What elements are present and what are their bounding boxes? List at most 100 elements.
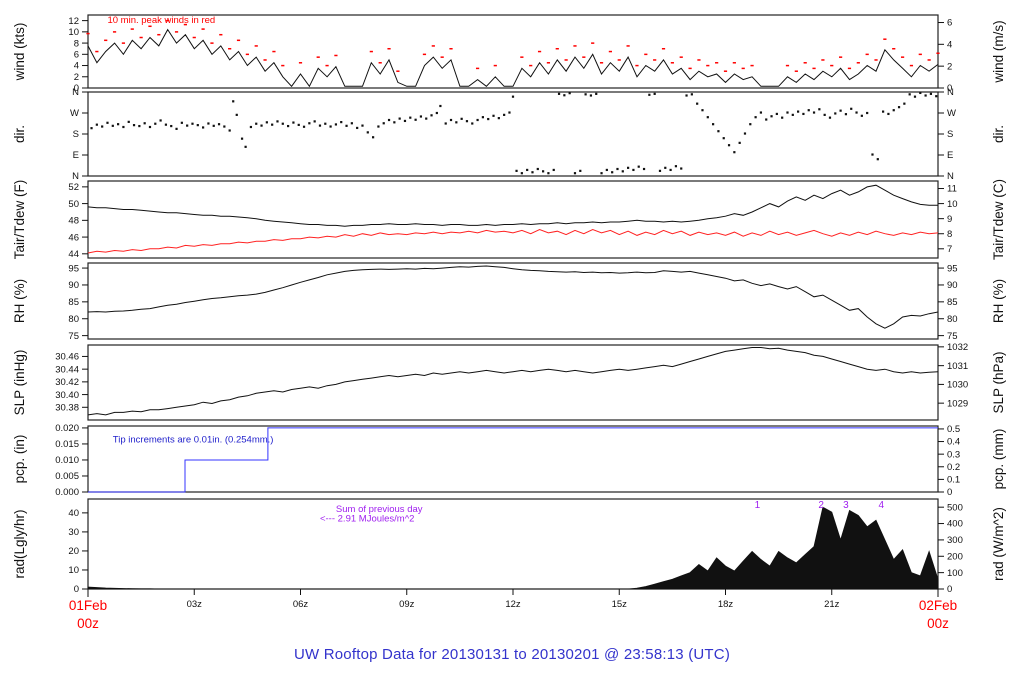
dir-points-dot	[892, 109, 895, 112]
panel-slp: 30.3830.40 30.42 30.4430.46 1029 1030 1031 103…	[12, 342, 1006, 421]
dir-points-dot	[425, 117, 428, 120]
dir-points-dot	[207, 122, 210, 125]
dir-points-dot	[765, 118, 768, 121]
wind-peak-dash	[431, 45, 435, 47]
dir-points-dot	[287, 124, 290, 128]
right-tick-label-wind: 6	[947, 18, 952, 29]
left-tick-label-temp: 44	[68, 249, 79, 260]
right-tick-label-dir: N	[947, 171, 954, 182]
dir-points-dot	[611, 171, 614, 174]
annotation-rad: 3	[843, 500, 849, 511]
wind-peak-dash	[201, 28, 205, 30]
dir-points-dot	[492, 114, 495, 117]
wind-peak-dash	[883, 38, 887, 40]
wind-peak-dash	[422, 53, 427, 56]
left-tick-label-slp: 30.38	[55, 402, 79, 413]
dir-points-dot	[276, 120, 279, 123]
wind-peak-dash	[874, 59, 878, 61]
right-tick-label-temp: 7	[947, 244, 952, 255]
left-tick-label-wind: 2	[74, 72, 79, 83]
left-tick-label-rh: 95	[68, 263, 79, 274]
wind-peak-dash	[475, 67, 480, 70]
left-axis-label-rad: rad(Lgly/hr)	[12, 509, 27, 578]
x-axis: 03z 06z 09z 12z 15z 18z 21z 01Feb 00z 02Feb 00z	[69, 589, 957, 631]
wind-peak-dash	[865, 53, 869, 56]
dir-points-dot	[455, 121, 458, 124]
x-endpoint-hour: 00z	[77, 616, 99, 631]
dir-points-dot	[175, 127, 178, 130]
dir-points-dot	[653, 92, 656, 95]
dir-points-dot	[680, 167, 683, 170]
dir-points-dot	[382, 122, 385, 125]
dir-points-dot	[481, 116, 484, 119]
wind-peak-dash	[493, 64, 497, 67]
dir-points-dot	[240, 137, 244, 140]
left-tick-label-temp: 48	[68, 216, 79, 227]
panel-border-rh	[87, 262, 939, 340]
right-tick-label-rad: 400	[947, 519, 963, 530]
right-tick-label-temp: 8	[947, 229, 952, 240]
x-endpoint-date: 02Feb	[919, 598, 957, 613]
left-tick-label-dir: S	[73, 129, 79, 140]
dir-points-dot	[563, 94, 566, 97]
dir-points-dot	[503, 113, 506, 116]
dir-points-dot	[430, 114, 433, 117]
dir-points-dot	[882, 110, 885, 113]
right-tick-label-slp: 1029	[947, 398, 968, 409]
wind-peak-dash	[263, 59, 267, 61]
dir-points-dot	[568, 92, 571, 95]
left-axis-label-pcp: pcp. (in)	[12, 435, 27, 484]
dir-points-dot	[648, 93, 651, 96]
left-tick-label-wind: 6	[74, 50, 79, 61]
dir-points-dot	[573, 172, 577, 175]
dir-points-dot	[706, 116, 709, 119]
dir-points-dot	[345, 124, 348, 127]
dir-points-dot	[403, 119, 407, 123]
wind-peak-dash	[281, 64, 285, 67]
wind-peak-dash	[670, 62, 674, 64]
dir-points-dot	[627, 166, 630, 169]
right-tick-label-dir: W	[947, 108, 956, 119]
wind-peak-dash	[856, 62, 860, 64]
wind-peak-dash	[86, 32, 90, 35]
wind-peak-dash	[688, 67, 692, 70]
left-tick-label-wind: 8	[74, 38, 79, 49]
left-axis-label-temp: Tair/Tdew (F)	[12, 180, 27, 260]
panel-pcp: 0.000 0.005 0.010 0.015 0.020 00.1 0.2 0.30.4 0.…	[12, 423, 1006, 498]
dir-points-dot	[361, 124, 364, 127]
dir-points-dot	[775, 112, 778, 116]
dir-points-dot	[117, 123, 120, 126]
dir-points-dot	[471, 122, 474, 125]
wind-peak-dash	[174, 31, 179, 33]
dir-points-dot	[460, 117, 463, 120]
dir-points-dot	[642, 167, 646, 171]
wind-peak-dash	[236, 39, 241, 42]
wind-peak-dash	[617, 59, 621, 61]
x-endpoint-date: 01Feb	[69, 598, 107, 613]
dir-points-dot	[313, 120, 316, 123]
dir-points-dot	[685, 94, 688, 97]
wind-peak-dash	[591, 42, 595, 44]
left-tick-label-wind: 10	[68, 27, 79, 38]
x-tick-label: 03z	[187, 599, 203, 610]
dir-points-dot	[138, 124, 141, 128]
x-tick-label: 06z	[293, 599, 309, 610]
left-tick-label-rh: 85	[68, 297, 79, 308]
dir-points-dot	[547, 172, 550, 175]
right-tick-label-temp: 10	[947, 199, 958, 210]
dir-points-dot	[366, 131, 369, 134]
wind-peak-dash	[785, 64, 790, 67]
wind-peak-dash	[812, 67, 816, 70]
left-tick-label-pcp: 0.010	[55, 455, 79, 466]
dir-points-dot	[701, 109, 704, 112]
dir-points-dot	[589, 94, 593, 97]
panel-border-dir	[87, 91, 939, 177]
annotation-rad: 4	[879, 500, 885, 511]
dir-points-dot	[834, 112, 837, 115]
x-tick-label: 15z	[612, 599, 628, 610]
dir-points-dot	[823, 113, 826, 116]
wind-peak-dash	[635, 64, 639, 67]
dir-points-dot	[159, 119, 162, 122]
left-tick-label-temp: 50	[68, 199, 79, 210]
dir-points-dot	[600, 172, 603, 175]
